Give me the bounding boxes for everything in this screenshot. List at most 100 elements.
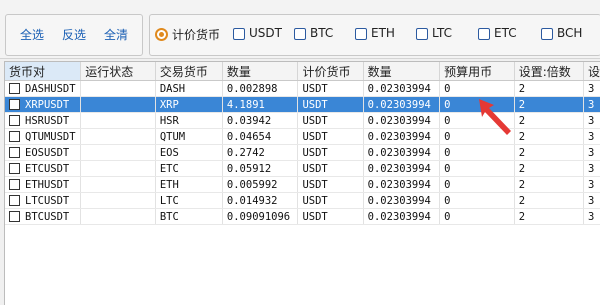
cell-text: USDT (302, 130, 328, 143)
cell-text: LTC (159, 194, 179, 207)
table-cell: 0.005992 (222, 176, 299, 193)
quote-currency-radio[interactable] (155, 28, 168, 41)
etc-checkbox[interactable] (478, 28, 490, 40)
table-cell: 0.03942 (222, 112, 299, 129)
cell-text: 2 (518, 210, 526, 223)
table-row[interactable]: DASHUSDT DASH 0.002898 USDT 0.02303994 0 2 3 (5, 80, 600, 97)
table-header-row: 货币对 运行状态 交易货币 数量 计价货币 数量 预算用币 设置:倍数 设 (5, 62, 600, 81)
table-cell: USDT (297, 80, 364, 97)
cell-text: QTUMUSDT (25, 130, 76, 143)
table-cell (80, 80, 156, 97)
table-cell: 2 (514, 128, 584, 145)
cell-text: LTCUSDT (25, 194, 70, 207)
cell-text: 0.02303994 (367, 98, 431, 111)
cell-text: 2 (518, 130, 526, 143)
table-cell: 3 (583, 144, 600, 161)
cell-text: 3 (587, 146, 595, 159)
cell-text: 0.09091096 (226, 210, 291, 223)
table-cell: USDT (297, 160, 364, 177)
table-cell: QTUM (155, 128, 223, 145)
table-cell: 0 (439, 176, 515, 193)
cell-text: 2 (518, 178, 526, 191)
table-cell: 0.02303994 (363, 208, 441, 225)
table-row[interactable]: ETHUSDT ETH 0.005992 USDT 0.02303994 0 2 3 (5, 176, 600, 193)
row-checkbox[interactable] (9, 130, 20, 142)
table-cell: 0.02303994 (363, 144, 441, 161)
row-checkbox[interactable] (9, 194, 20, 206)
table-cell: USDT (297, 112, 364, 129)
column-header-multiplier[interactable]: 设置:倍数 (514, 62, 584, 81)
column-header-trade-currency[interactable]: 交易货币 (155, 62, 223, 81)
table-cell: 3 (583, 96, 600, 113)
table-cell: DASHUSDT (5, 80, 82, 97)
cell-text: BTC (159, 210, 179, 223)
select-all-button[interactable]: 全选 (20, 26, 44, 43)
table-cell: ETHUSDT (5, 176, 82, 193)
table-cell: EOSUSDT (5, 144, 82, 161)
table-row[interactable]: EOSUSDT EOS 0.2742 USDT 0.02303994 0 2 3 (5, 144, 600, 161)
column-header-status[interactable]: 运行状态 (80, 62, 156, 81)
table-cell: 2 (514, 160, 584, 177)
cell-text: ETC (159, 162, 179, 175)
eth-checkbox[interactable] (355, 28, 367, 40)
table-cell: 3 (583, 176, 600, 193)
row-checkbox[interactable] (9, 114, 20, 126)
cell-text: 3 (587, 194, 595, 207)
cell-text: 0.02303994 (367, 162, 431, 175)
bch-checkbox-label: BCH (557, 26, 583, 40)
etc-checkbox-label: ETC (494, 26, 517, 40)
row-checkbox[interactable] (9, 146, 20, 158)
cell-text: 3 (587, 162, 595, 175)
table-cell: 0.05912 (222, 160, 299, 177)
table-cell: HSRUSDT (5, 112, 82, 129)
cell-text: 0.02303994 (367, 114, 431, 127)
cell-text: EOS (159, 146, 179, 159)
cell-text: 0.005992 (226, 178, 278, 191)
table-row[interactable]: LTCUSDT LTC 0.014932 USDT 0.02303994 0 2 3 (5, 192, 600, 209)
cell-text: 2 (518, 194, 526, 207)
column-header-budget[interactable]: 预算用币 (439, 62, 515, 81)
table-cell: 3 (583, 112, 600, 129)
cell-text: 3 (587, 98, 595, 111)
cell-text: EOSUSDT (25, 146, 70, 159)
table-cell: BTC (155, 208, 223, 225)
table-cell: 0.014932 (222, 192, 299, 209)
cell-text: 2 (518, 114, 526, 127)
row-checkbox[interactable] (9, 82, 20, 94)
table-cell: QTUMUSDT (5, 128, 82, 145)
table-cell: ETC (155, 160, 223, 177)
cell-text: USDT (302, 82, 328, 95)
table-cell: 2 (514, 176, 584, 193)
row-checkbox[interactable] (9, 210, 20, 222)
btc-checkbox[interactable] (294, 28, 306, 40)
table-cell: 2 (514, 80, 584, 97)
usdt-checkbox[interactable] (233, 28, 245, 40)
table-cell: USDT (297, 176, 364, 193)
table-cell: 0 (439, 208, 515, 225)
table-cell: 3 (583, 80, 600, 97)
invert-selection-button[interactable]: 反选 (62, 26, 86, 43)
row-checkbox[interactable] (9, 162, 20, 174)
ltc-checkbox[interactable] (416, 28, 428, 40)
cell-text: 0.014932 (226, 194, 278, 207)
bch-checkbox[interactable] (541, 28, 553, 40)
cell-text: USDT (302, 146, 328, 159)
table-row[interactable]: ETCUSDT ETC 0.05912 USDT 0.02303994 0 2 3 (5, 160, 600, 177)
ltc-checkbox-label: LTC (432, 26, 453, 40)
clear-all-button[interactable]: 全清 (104, 26, 128, 43)
column-header-trade-amount[interactable]: 数量 (222, 62, 299, 81)
table-cell: 0 (439, 160, 515, 177)
row-checkbox[interactable] (9, 98, 20, 110)
row-checkbox[interactable] (9, 178, 20, 190)
table-cell: DASH (155, 80, 223, 97)
table-cell: 0 (439, 144, 515, 161)
column-header-quote-currency[interactable]: 计价货币 (297, 62, 364, 81)
column-header-pair[interactable]: 货币对 (5, 62, 82, 81)
table-row[interactable]: BTCUSDT BTC 0.09091096 USDT 0.02303994 0 2 3 (5, 208, 600, 225)
column-header-extra[interactable]: 设 (583, 62, 600, 81)
column-header-quote-amount[interactable]: 数量 (363, 62, 441, 81)
cell-text: ETCUSDT (25, 162, 70, 175)
table-cell: 2 (514, 144, 584, 161)
cell-text: 3 (587, 82, 595, 95)
usdt-checkbox-label: USDT (249, 26, 282, 40)
